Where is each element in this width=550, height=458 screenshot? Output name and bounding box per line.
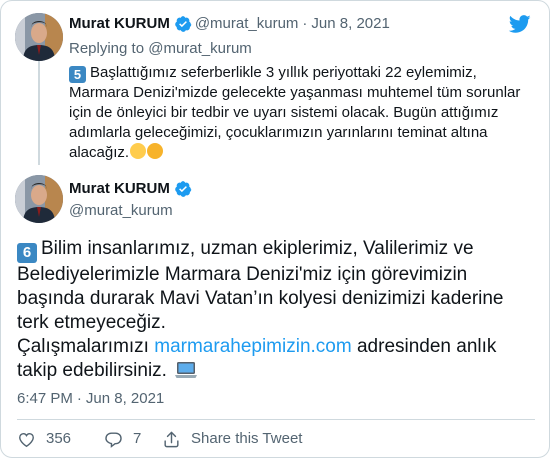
divider xyxy=(17,419,535,420)
text-line: terk etmeyeceğiz. xyxy=(17,312,166,333)
text-line: başında durarak Mavi Vatan’ın kolyesi de… xyxy=(17,288,504,309)
replying-to: Replying to @murat_kurum xyxy=(69,39,252,59)
profile-photo xyxy=(15,175,63,223)
replying-to-label: Replying to xyxy=(69,40,149,57)
like-button[interactable]: 356 xyxy=(17,429,71,449)
tweet-date[interactable]: Jun 8, 2021 xyxy=(311,14,389,34)
text-line: adımlarla geleceğimizi, çocuklarımızın y… xyxy=(69,124,488,141)
tweet-embed-card: Murat KURUM @murat_kurum · Jun 8, 2021 R… xyxy=(0,0,550,458)
website-link[interactable]: marmarahepimizin.com xyxy=(154,336,351,357)
boy-emoji-icon xyxy=(147,143,164,159)
avatar[interactable] xyxy=(15,13,63,61)
main-tweet-text: 6 Bilim insanlarımız, uzman ekiplerimiz, … xyxy=(17,237,537,383)
reply-bubble-icon xyxy=(105,431,122,448)
quoted-tweet-text: 5 Başlattığımız seferberlikle 3 yıllık pe… xyxy=(69,63,539,163)
reply-count: 7 xyxy=(133,430,142,447)
tweet-time: 6:47 PM xyxy=(17,390,73,407)
laptop-emoji-icon xyxy=(175,362,198,378)
text-line-content: takip edebilirsiniz. xyxy=(17,360,167,381)
share-label: Share this Tweet xyxy=(191,430,303,447)
text-line: Belediyelerimizle Marmara Denizi'miz içi… xyxy=(17,264,468,285)
separator-dot: · xyxy=(302,15,308,32)
author-name[interactable]: Murat KURUM xyxy=(69,179,170,199)
avatar[interactable] xyxy=(15,175,63,223)
profile-photo xyxy=(15,13,63,61)
replying-to-mention[interactable]: @murat_kurum xyxy=(148,40,252,57)
like-count: 356 xyxy=(46,430,72,447)
twitter-bird-icon[interactable] xyxy=(507,13,533,35)
text-line-content: Başlattığımız seferberlikle 3 yıllık per… xyxy=(90,64,477,81)
text-line-content: alacağız. xyxy=(69,144,130,161)
text-line-prefix: Çalışmalarımızı xyxy=(17,336,155,357)
text-line-suffix: adresinden anlık xyxy=(351,336,497,357)
author-name[interactable]: Murat KURUM xyxy=(69,14,170,34)
keycap-6-icon: 6 xyxy=(17,243,37,263)
reply-button[interactable]: 7 xyxy=(104,429,141,449)
girl-emoji-icon xyxy=(130,143,147,159)
text-line: takip edebilirsiniz. xyxy=(17,359,537,383)
tweet-timestamp[interactable]: 6:47 PM · Jun 8, 2021 xyxy=(17,389,164,409)
text-line: için de önleyici bir tedbir ve uyarı sis… xyxy=(69,104,499,121)
main-tweet-header: Murat KURUM @murat_kurum xyxy=(69,179,195,221)
heart-icon xyxy=(19,432,34,447)
author-handle[interactable]: @murat_kurum xyxy=(69,201,195,221)
tweet-date: Jun 8, 2021 xyxy=(85,390,165,407)
text-line: 5 Başlattığımız seferberlikle 3 yıllık pe… xyxy=(69,63,539,83)
share-arrow-icon xyxy=(164,431,179,447)
quoted-tweet-header: Murat KURUM @murat_kurum · Jun 8, 2021 xyxy=(69,14,390,34)
text-line: alacağız. xyxy=(69,143,539,163)
author-handle[interactable]: @murat_kurum xyxy=(195,14,299,34)
thread-connector-line xyxy=(38,61,40,165)
verified-badge-icon xyxy=(175,16,192,32)
separator-dot: · xyxy=(76,390,82,407)
text-line: 6 Bilim insanlarımız, uzman ekiplerimiz, … xyxy=(17,237,537,263)
share-button[interactable]: Share this Tweet xyxy=(162,429,302,449)
text-line: Marmara Denizi'mizde gelecekte yaşanması… xyxy=(69,84,521,101)
text-line: Çalışmalarımızı marmarahepimizin.com adr… xyxy=(17,335,537,359)
verified-badge-icon xyxy=(175,181,192,197)
keycap-5-icon: 5 xyxy=(69,66,86,83)
text-line-content: Bilim insanlarımız, uzman ekiplerimiz, V… xyxy=(41,238,474,259)
